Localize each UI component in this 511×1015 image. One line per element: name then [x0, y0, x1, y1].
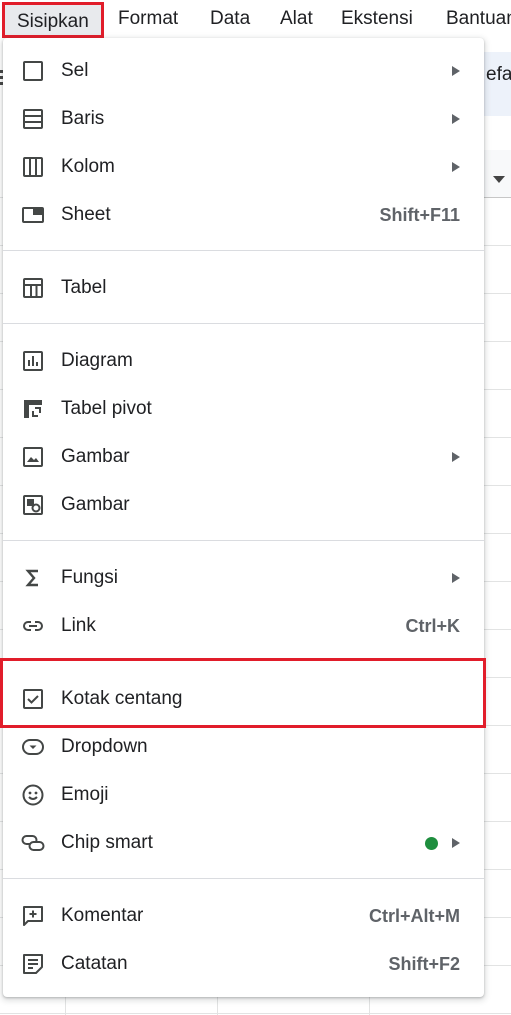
menu-item-comment[interactable]: Komentar Ctrl+Alt+M: [3, 892, 484, 940]
menu-item-label: Kotak centang: [61, 688, 183, 709]
shortcut-text: Ctrl+Alt+M: [368, 906, 460, 926]
menu-item-table[interactable]: Tabel: [3, 264, 484, 312]
shortcut-text: Ctrl+K: [405, 616, 460, 636]
submenu-arrow-icon: [452, 838, 460, 848]
menu-item-label: Baris: [61, 108, 105, 129]
menu-item-drawing[interactable]: Gambar: [3, 481, 484, 529]
checkbox-icon: [21, 687, 45, 711]
menu-bar: Sisipkan Format Data Alat Ekstensi Bantu…: [0, 0, 511, 38]
menu-tools[interactable]: Alat: [280, 0, 313, 38]
rows-icon: [21, 107, 45, 131]
menu-item-cell[interactable]: Sel: [3, 47, 484, 95]
columns-icon: [21, 155, 45, 179]
menu-separator: [3, 323, 484, 324]
menu-item-emoji[interactable]: Emoji: [3, 771, 484, 819]
submenu-arrow-icon: [452, 452, 460, 462]
menu-item-label: Sel: [61, 60, 89, 81]
menu-separator: [3, 540, 484, 541]
dropdown-icon: [21, 735, 45, 759]
cell-icon: [21, 59, 45, 83]
image-icon: [21, 445, 45, 469]
link-icon: [21, 614, 45, 638]
shortcut-text: Shift+F11: [379, 205, 460, 225]
pivot-table-icon: [21, 397, 45, 421]
menu-separator: [3, 660, 484, 661]
submenu-arrow-icon: [452, 114, 460, 124]
menu-item-label: Catatan: [61, 953, 128, 974]
menu-item-label: Komentar: [61, 905, 144, 926]
menu-item-label: Tabel: [61, 277, 107, 298]
menu-data[interactable]: Data: [210, 0, 250, 38]
comment-icon: [21, 904, 45, 928]
drawing-icon: [21, 493, 45, 517]
menu-item-image[interactable]: Gambar: [3, 433, 484, 481]
menu-item-pivot-table[interactable]: Tabel pivot: [3, 385, 484, 433]
menu-item-label: Chip smart: [61, 832, 153, 853]
menu-extensions[interactable]: Ekstensi: [341, 0, 413, 38]
sigma-icon: [21, 566, 45, 590]
menu-separator: [3, 878, 484, 879]
submenu-arrow-icon: [452, 162, 460, 172]
menu-item-chart[interactable]: Diagram: [3, 337, 484, 385]
menu-item-dropdown[interactable]: Dropdown: [3, 723, 484, 771]
chart-icon: [21, 349, 45, 373]
menu-item-function[interactable]: Fungsi: [3, 554, 484, 602]
menu-item-label: Tabel pivot: [61, 398, 152, 419]
menu-item-label: Sheet: [61, 204, 111, 225]
menu-format[interactable]: Format: [118, 0, 178, 38]
menu-item-checkbox[interactable]: Kotak centang: [3, 675, 484, 723]
smart-chip-icon: [21, 831, 45, 855]
menu-separator: [3, 250, 484, 251]
dropdown-arrow-icon[interactable]: [493, 176, 505, 183]
menu-insert[interactable]: Sisipkan: [2, 2, 104, 38]
menu-item-label: Gambar: [61, 494, 130, 515]
shortcut-text: Shift+F2: [388, 954, 460, 974]
menu-item-note[interactable]: Catatan Shift+F2: [3, 940, 484, 988]
menu-item-label: Diagram: [61, 350, 133, 371]
menu-item-label: Link: [61, 615, 96, 636]
font-selector-text[interactable]: efau: [486, 64, 511, 86]
sheet-icon: [21, 203, 45, 227]
menu-item-columns[interactable]: Kolom: [3, 143, 484, 191]
insert-menu: Sel Baris Kolom Sheet Shift+F11 Tabel Di…: [3, 38, 484, 997]
menu-help[interactable]: Bantuan: [446, 0, 511, 38]
menu-item-link[interactable]: Link Ctrl+K: [3, 602, 484, 650]
menu-item-sheet[interactable]: Sheet Shift+F11: [3, 191, 484, 239]
note-icon: [21, 952, 45, 976]
menu-item-label: Dropdown: [61, 736, 148, 757]
menu-item-label: Emoji: [61, 784, 109, 805]
menu-item-label: Kolom: [61, 156, 115, 177]
menu-item-rows[interactable]: Baris: [3, 95, 484, 143]
new-feature-dot-icon: [425, 837, 438, 850]
emoji-icon: [21, 783, 45, 807]
column-header: [480, 150, 511, 198]
menu-item-smart-chip[interactable]: Chip smart: [3, 819, 484, 867]
menu-item-label: Fungsi: [61, 567, 119, 588]
submenu-arrow-icon: [452, 573, 460, 583]
submenu-arrow-icon: [452, 66, 460, 76]
table-icon: [21, 276, 45, 300]
menu-item-label: Gambar: [61, 446, 130, 467]
